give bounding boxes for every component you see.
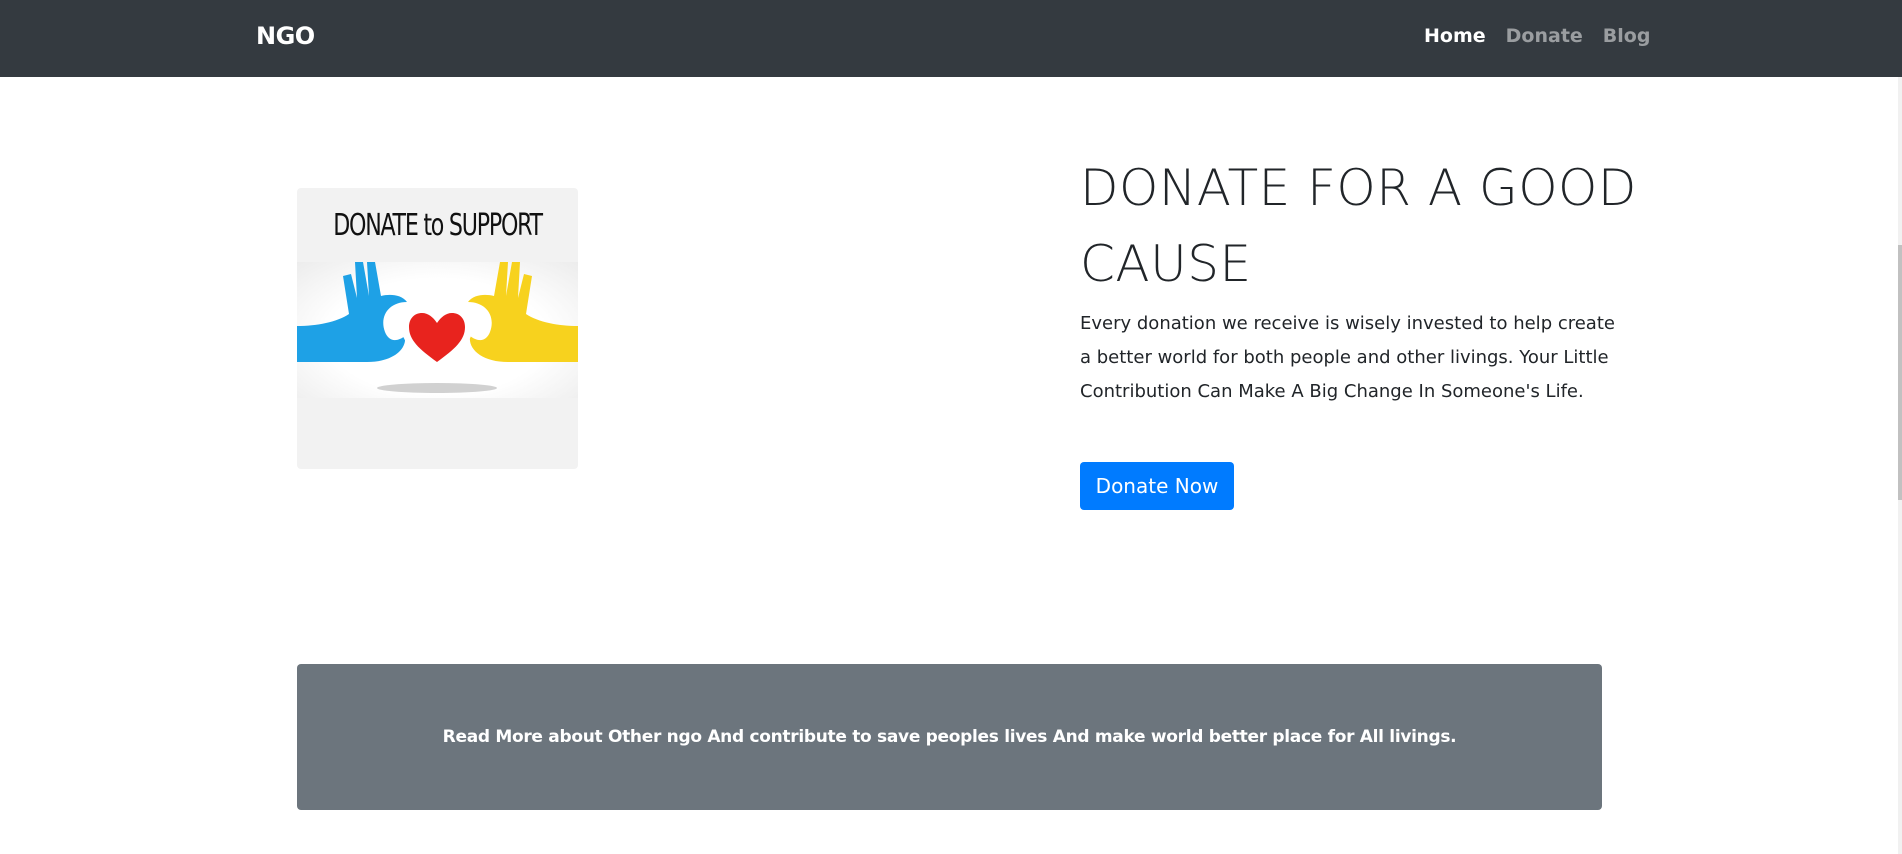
hero-description: Every donation we receive is wisely inve… (1080, 313, 1615, 402)
heart-hands-illustration (297, 262, 578, 393)
nav-link-home[interactable]: Home (1424, 25, 1486, 47)
nav-link-blog[interactable]: Blog (1603, 25, 1651, 47)
heart-icon (401, 306, 473, 370)
right-hand-icon (468, 262, 578, 362)
nav-links: Home Donate Blog (1424, 25, 1650, 47)
banner-text: Read More about Other ngo And contribute… (442, 727, 1457, 747)
donate-now-button[interactable]: Donate Now (1080, 462, 1234, 510)
left-hand-icon (297, 262, 407, 362)
nav-link-donate[interactable]: Donate (1506, 25, 1583, 47)
image-caption: DONATE to SUPPORT (333, 208, 543, 243)
shadow-ellipse (377, 383, 497, 393)
scrollbar-thumb[interactable] (1898, 245, 1902, 500)
top-navbar: NGO Home Donate Blog (0, 0, 1902, 77)
hero-headline: DONATE FOR A GOOD CAUSE (1080, 159, 1637, 293)
brand-logo[interactable]: NGO (256, 22, 315, 50)
info-banner: Read More about Other ngo And contribute… (297, 664, 1602, 810)
donate-support-image: DONATE to SUPPORT (297, 188, 578, 469)
